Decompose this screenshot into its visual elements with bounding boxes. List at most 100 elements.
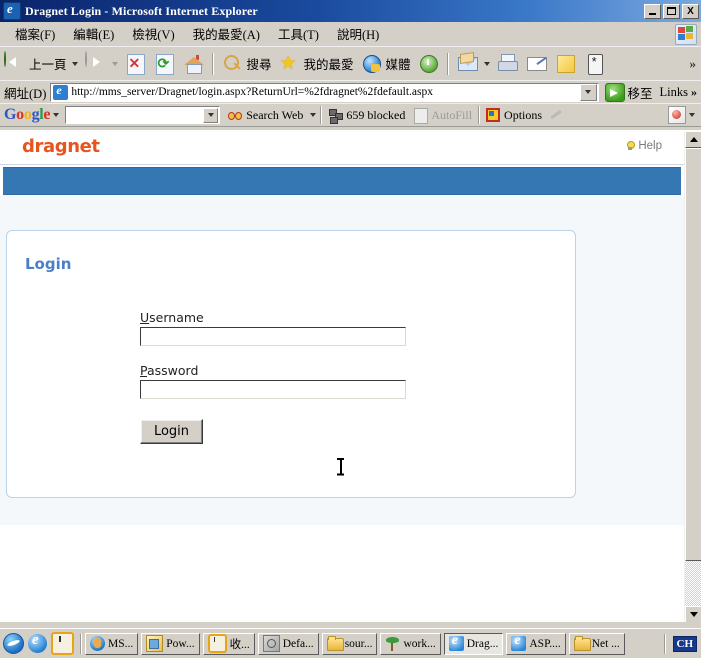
taskbar-separator xyxy=(80,633,82,654)
scroll-up-button[interactable] xyxy=(685,131,701,148)
autofill-button[interactable]: AutoFill xyxy=(409,107,476,124)
clock-icon[interactable] xyxy=(51,632,74,655)
toolbar-separator xyxy=(211,52,214,75)
back-history-dropdown[interactable] xyxy=(70,49,81,79)
autofill-label: AutoFill xyxy=(431,107,473,122)
minimize-button[interactable] xyxy=(644,3,661,19)
taskbar-item-sour[interactable]: sour... xyxy=(321,632,378,655)
scrollbar-track[interactable] xyxy=(685,148,701,606)
highlight-pen-icon[interactable] xyxy=(550,109,562,121)
media-button[interactable]: 媒體 xyxy=(357,49,414,79)
refresh-button[interactable]: ⟳ xyxy=(150,49,179,79)
home-button[interactable] xyxy=(179,49,208,79)
popup-blocker-button[interactable]: 659 blocked xyxy=(324,108,409,124)
login-panel: Login Username Password Login xyxy=(6,230,576,498)
web-page: dragnet Help Login Username Password Log… xyxy=(0,131,684,622)
password-label: Password xyxy=(140,363,406,378)
scroll-down-button[interactable] xyxy=(685,606,701,622)
messenger-icon xyxy=(583,52,606,75)
page-scrollbar[interactable] xyxy=(684,131,701,622)
address-bar: 網址(D) http://mms_server/Dragnet/login.as… xyxy=(0,80,701,103)
go-button[interactable]: 移至 xyxy=(601,82,657,102)
google-separator-2 xyxy=(478,106,481,124)
google-options-button[interactable]: Options xyxy=(482,107,546,123)
notes-button[interactable] xyxy=(551,49,580,79)
google-search-dropdown[interactable] xyxy=(203,107,219,123)
taskbar-item-pow[interactable]: Pow... xyxy=(141,632,200,655)
address-input[interactable]: http://mms_server/Dragnet/login.aspx?Ret… xyxy=(50,82,599,102)
scrollbar-thumb[interactable] xyxy=(685,148,701,561)
taskbar-item-asp[interactable]: ASP.... xyxy=(506,632,566,655)
search-button[interactable]: 搜尋 xyxy=(218,49,275,79)
forward-history-dropdown[interactable] xyxy=(110,49,121,79)
menu-bar: 檔案(F) 編輯(E) 檢視(V) 我的最愛(A) 工具(T) 說明(H) xyxy=(0,22,701,46)
username-input[interactable] xyxy=(140,327,406,346)
menu-help[interactable]: 說明(H) xyxy=(328,22,388,45)
options-label: Options xyxy=(504,107,543,122)
autofill-icon xyxy=(413,107,429,124)
favorites-button[interactable]: ★ 我的最愛 xyxy=(275,49,357,79)
google-search-input[interactable] xyxy=(65,106,221,124)
taskbar-item-drag[interactable]: Drag... xyxy=(443,632,504,655)
maximize-button[interactable] xyxy=(663,3,680,19)
taskbar-item-defa[interactable]: Defa... xyxy=(257,632,319,655)
username-label: Username xyxy=(140,310,406,325)
pdf-dropdown[interactable] xyxy=(686,100,697,130)
google-logo: Google xyxy=(4,106,51,123)
menu-file[interactable]: 檔案(F) xyxy=(6,22,64,45)
taskbar-item-label: Defa... xyxy=(282,637,314,650)
menu-tools[interactable]: 工具(T) xyxy=(269,22,328,45)
popup-blocker-icon xyxy=(328,108,344,124)
print-button[interactable] xyxy=(493,49,522,79)
password-label-rest: assword xyxy=(146,363,199,378)
taskbar-item-net[interactable]: Net ... xyxy=(568,632,625,655)
toolbar-overflow-chevron[interactable]: » xyxy=(690,56,697,72)
show-desktop-icon[interactable] xyxy=(3,633,24,654)
menu-edit[interactable]: 編輯(E) xyxy=(64,22,123,45)
mail-dropdown[interactable] xyxy=(482,49,493,79)
google-search-web-button[interactable]: Search Web xyxy=(224,108,307,123)
msn-messenger-icon xyxy=(90,636,105,651)
menu-view[interactable]: 檢視(V) xyxy=(123,22,183,45)
messenger-button[interactable] xyxy=(580,49,609,79)
google-toolbar: Google Search Web 659 blocked AutoFill O… xyxy=(0,103,701,127)
close-button[interactable]: X xyxy=(682,3,699,19)
history-button[interactable] xyxy=(414,49,443,79)
google-logo-dropdown[interactable] xyxy=(50,100,61,130)
taskbar-item-inbox[interactable]: 收... xyxy=(202,632,255,655)
palm-tree-icon xyxy=(385,636,400,651)
internet-explorer-icon[interactable] xyxy=(28,632,47,653)
taskbar-item-work[interactable]: work... xyxy=(380,632,441,655)
media-button-label: 媒體 xyxy=(385,58,411,72)
links-chevron-icon[interactable]: » xyxy=(691,85,701,100)
links-bar[interactable]: Links xyxy=(657,85,691,100)
toolbar-separator-2 xyxy=(446,52,449,75)
powerpoint-icon xyxy=(146,635,164,652)
taskbar-item-label: sour... xyxy=(344,637,373,650)
login-button[interactable]: Login xyxy=(140,419,203,444)
tray-separator xyxy=(663,633,666,654)
internet-explorer-icon xyxy=(448,633,464,651)
mail-button[interactable] xyxy=(453,49,482,79)
default-app-icon xyxy=(262,635,280,652)
forward-button[interactable] xyxy=(81,49,110,79)
forward-arrow-icon xyxy=(84,51,107,75)
taskbar-item-ms[interactable]: MS... xyxy=(85,632,139,655)
menu-favorites[interactable]: 我的最愛(A) xyxy=(184,22,269,45)
browser-toolbar: 上一頁 ✕ ⟳ 搜尋 ★ 我的最愛 媒體 * » xyxy=(0,46,701,80)
stop-icon: ✕ xyxy=(124,52,147,75)
browser-window: Dragnet Login - Microsoft Internet Explo… xyxy=(0,0,701,658)
stop-button[interactable]: ✕ xyxy=(121,49,150,79)
login-form: Username Password Login xyxy=(140,310,406,444)
pdf-icon[interactable] xyxy=(668,106,686,124)
ime-indicator[interactable]: CH xyxy=(672,635,697,652)
page-content: Login Username Password Login xyxy=(0,195,684,525)
back-button[interactable]: 上一頁 xyxy=(0,49,70,79)
password-accesskey: P xyxy=(140,363,147,378)
search-web-dropdown[interactable] xyxy=(307,100,318,130)
address-dropdown-button[interactable] xyxy=(579,83,597,101)
edit-button[interactable] xyxy=(522,49,551,79)
password-input[interactable] xyxy=(140,380,406,399)
go-button-label: 移至 xyxy=(627,86,653,101)
help-link[interactable]: Help xyxy=(625,140,662,152)
